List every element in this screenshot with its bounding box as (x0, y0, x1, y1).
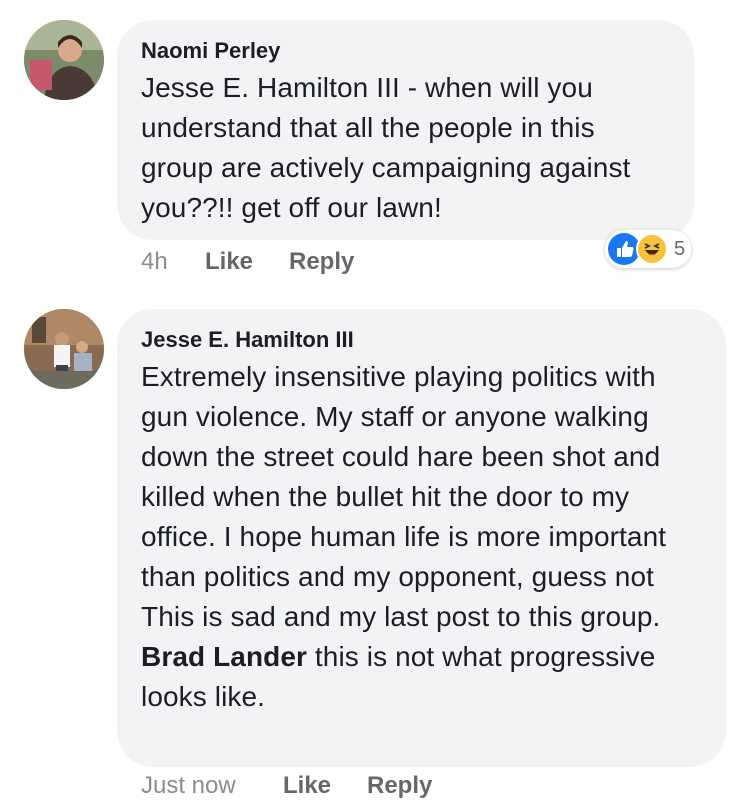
comment-bubble: Jesse E. Hamilton III Extremely insensit… (117, 309, 726, 767)
avatar[interactable] (24, 20, 104, 100)
reply-button[interactable]: Reply (289, 248, 354, 276)
reaction-count: 5 (674, 237, 686, 260)
reply-button[interactable]: Reply (367, 772, 432, 800)
like-button[interactable]: Like (283, 772, 331, 800)
haha-icon (636, 233, 668, 265)
comment-bubble: Naomi Perley Jesse E. Hamilton III - whe… (117, 20, 694, 240)
comment-author[interactable]: Jesse E. Hamilton III (141, 327, 702, 353)
comment-text: Jesse E. Hamilton III - when will you un… (141, 72, 631, 223)
comment-timestamp[interactable]: Just now (141, 772, 236, 800)
reactions-summary[interactable]: 5 (605, 230, 691, 268)
avatar[interactable] (24, 309, 104, 389)
mention-link[interactable]: Brad Lander (141, 641, 307, 672)
comment-text: Extremely insensitive playing politics w… (141, 357, 702, 717)
like-button[interactable]: Like (205, 248, 253, 276)
comment-author[interactable]: Naomi Perley (141, 38, 670, 64)
comment-timestamp[interactable]: 4h (141, 248, 168, 276)
comment-text-part: Extremely insensitive playing politics w… (141, 361, 667, 632)
